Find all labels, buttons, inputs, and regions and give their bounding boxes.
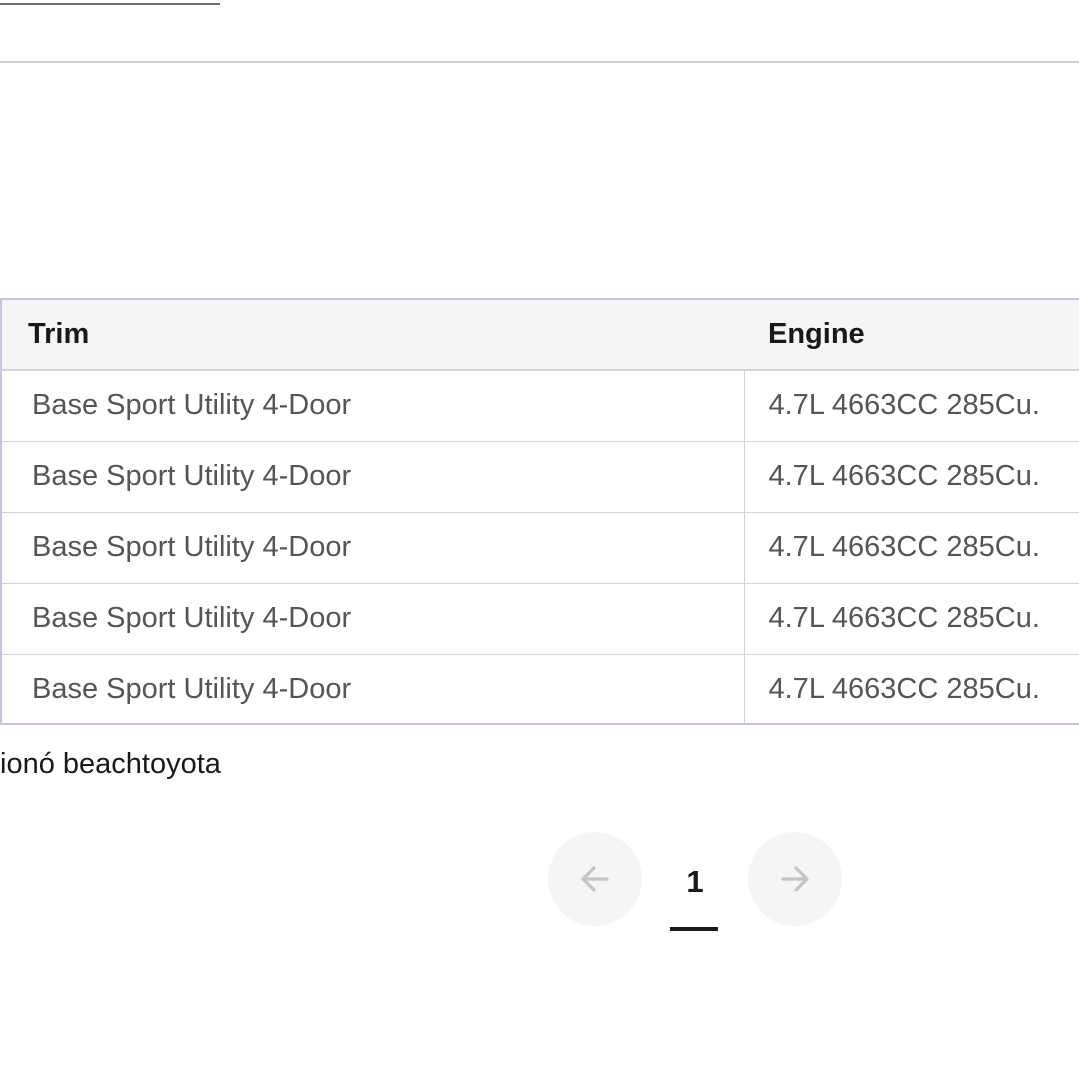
engine-cell: 4.7L 4663CC 285Cu. bbox=[743, 370, 1079, 442]
table-row: Base Sport Utility 4-Door 4.7L 4663CC 28… bbox=[0, 654, 1079, 723]
trim-cell: Base Sport Utility 4-Door bbox=[0, 441, 744, 513]
column-header-trim: Trim bbox=[0, 300, 744, 371]
pagination: 1 bbox=[548, 832, 848, 931]
page: Trim Engine Base Sport Utility 4-Door 4.… bbox=[0, 0, 1079, 1079]
section-divider bbox=[0, 61, 1079, 63]
arrow-right-icon bbox=[781, 866, 809, 892]
trim-cell: Base Sport Utility 4-Door bbox=[0, 654, 744, 723]
table-row: Base Sport Utility 4-Door 4.7L 4663CC 28… bbox=[0, 441, 1079, 513]
trim-cell: Base Sport Utility 4-Door bbox=[0, 583, 744, 655]
compatibility-table: Trim Engine Base Sport Utility 4-Door 4.… bbox=[0, 300, 1079, 723]
next-page-button[interactable] bbox=[748, 832, 842, 926]
previous-page-button[interactable] bbox=[548, 832, 642, 926]
engine-cell: 4.7L 4663CC 285Cu. bbox=[743, 583, 1079, 655]
current-page-number[interactable]: 1 bbox=[672, 832, 718, 932]
table-footnote: ionó beachtoyota bbox=[0, 748, 221, 780]
engine-cell: 4.7L 4663CC 285Cu. bbox=[743, 654, 1079, 723]
top-tab-underline bbox=[0, 3, 220, 5]
trim-cell: Base Sport Utility 4-Door bbox=[0, 512, 744, 584]
column-header-engine: Engine bbox=[744, 300, 1079, 371]
engine-cell: 4.7L 4663CC 285Cu. bbox=[743, 441, 1079, 513]
trim-cell: Base Sport Utility 4-Door bbox=[0, 370, 744, 442]
arrow-left-icon bbox=[581, 866, 609, 892]
current-page-indicator bbox=[670, 927, 718, 931]
table-row: Base Sport Utility 4-Door 4.7L 4663CC 28… bbox=[0, 583, 1079, 655]
table-row: Base Sport Utility 4-Door 4.7L 4663CC 28… bbox=[0, 512, 1079, 584]
table-row: Base Sport Utility 4-Door 4.7L 4663CC 28… bbox=[0, 370, 1079, 442]
compatibility-table-container[interactable]: Trim Engine Base Sport Utility 4-Door 4.… bbox=[0, 298, 1079, 725]
table-header-row: Trim Engine bbox=[0, 300, 1079, 371]
engine-cell: 4.7L 4663CC 285Cu. bbox=[743, 512, 1079, 584]
